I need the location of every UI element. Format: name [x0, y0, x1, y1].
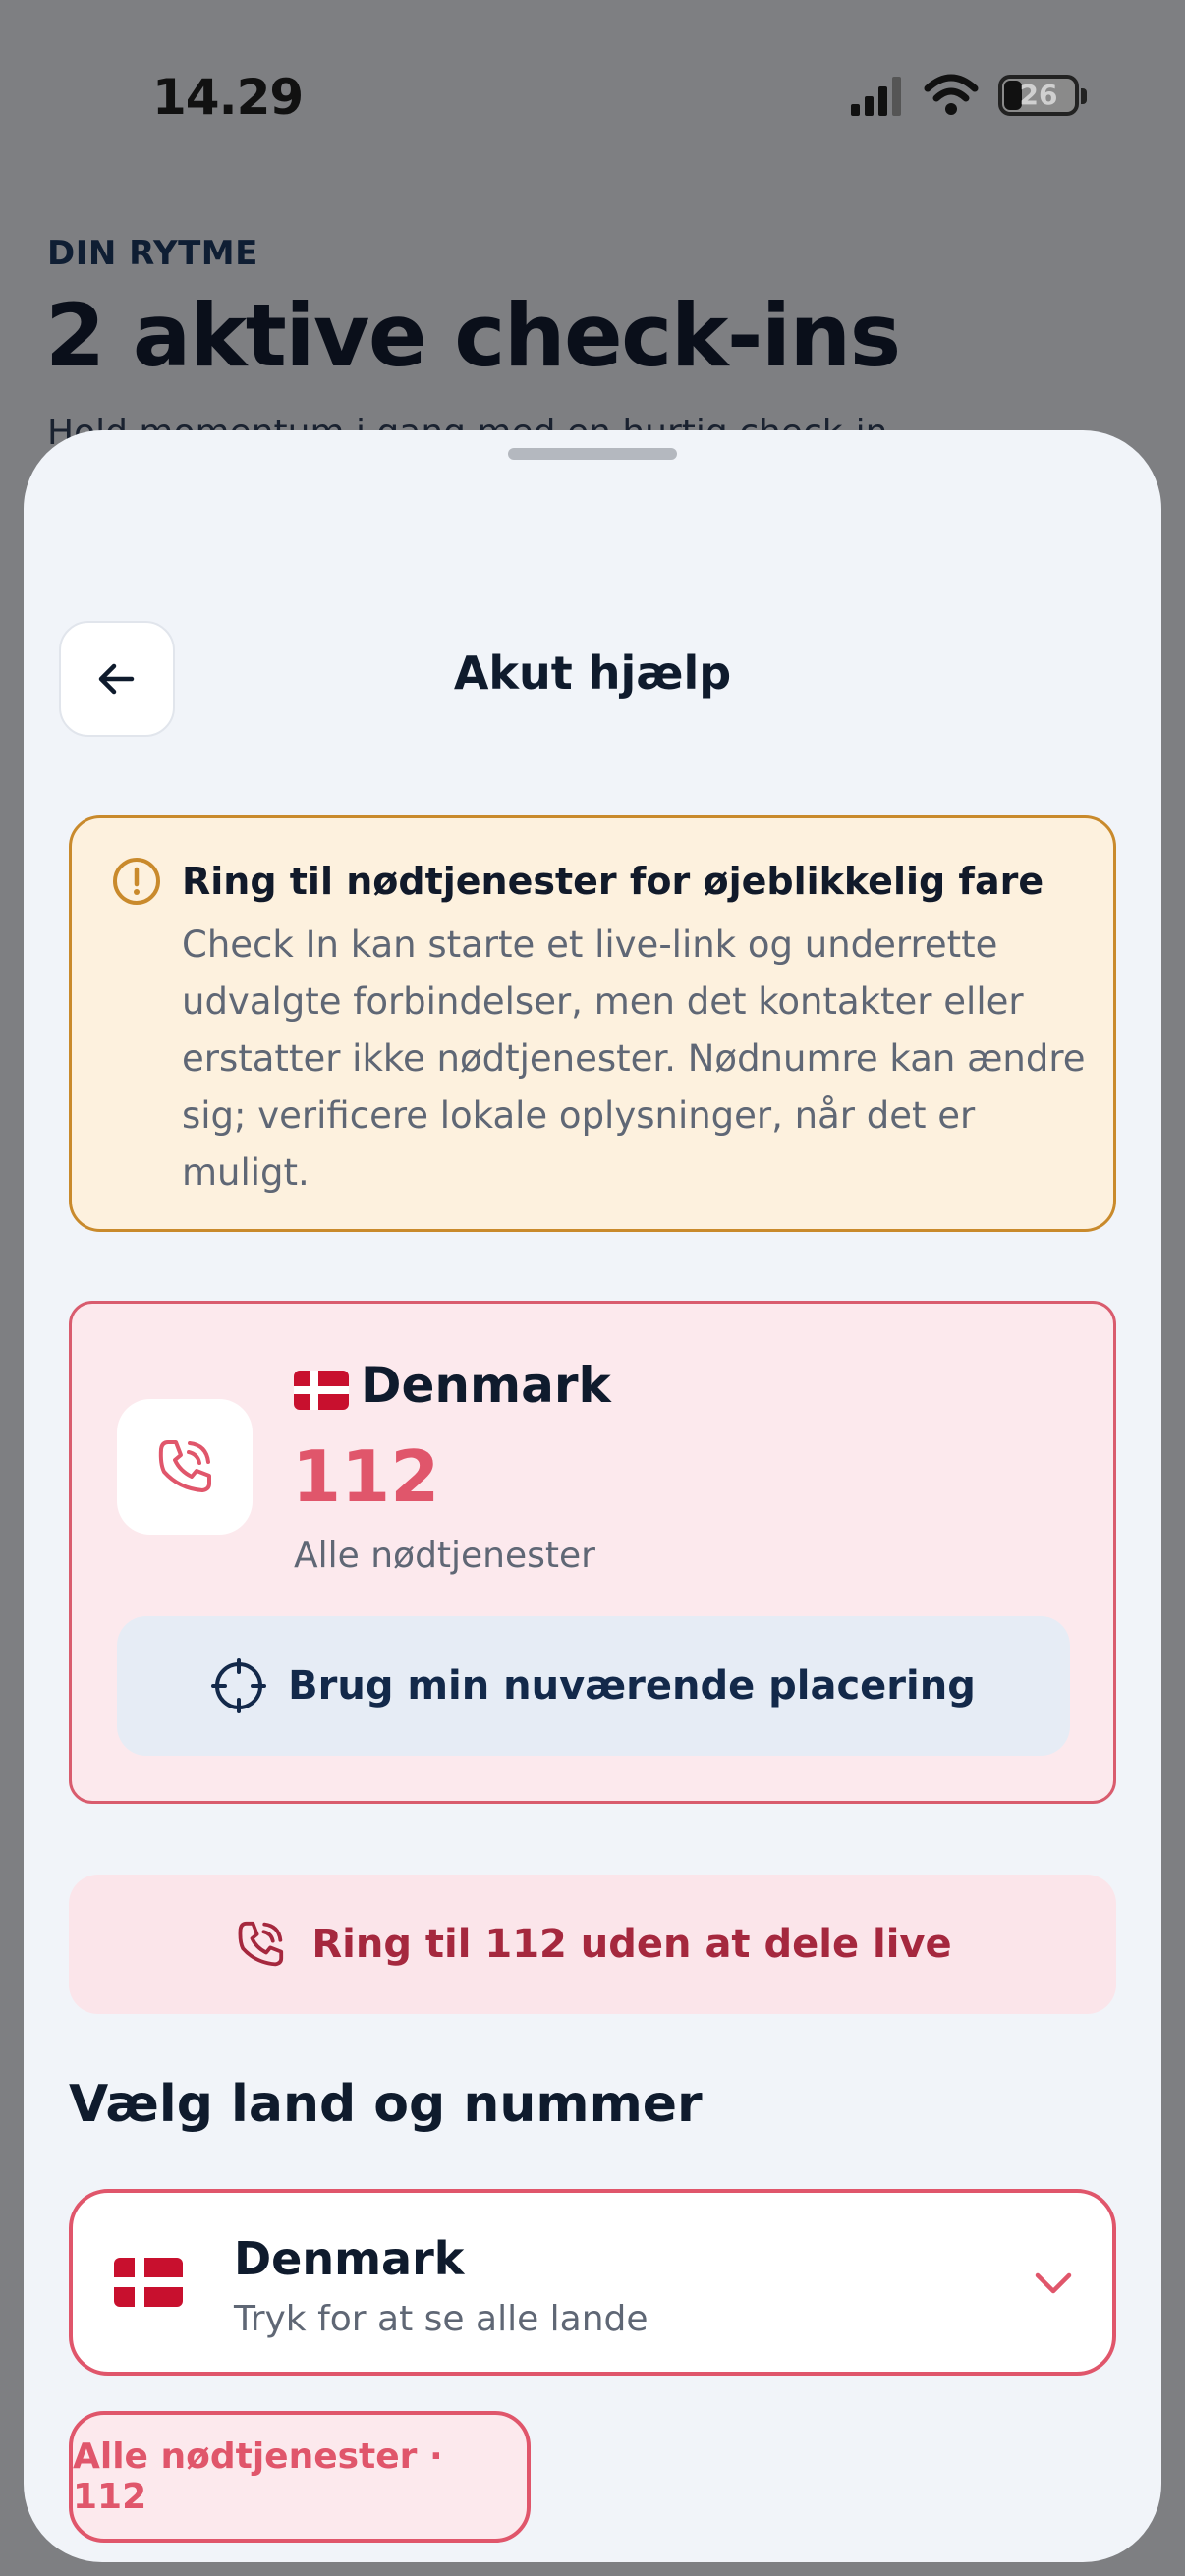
emergency-help-sheet: Akut hjælp Ring til nødtjenester for øje… [24, 430, 1161, 2562]
section-heading: Vælg land og nummer [69, 2075, 703, 2134]
card-country: Denmark [361, 1357, 611, 1414]
warning-body: Check In kan starte et live-link og unde… [182, 924, 1086, 1194]
call-without-live-label: Ring til 112 uden at dele live [311, 1922, 952, 1967]
country-select-hint: Tryk for at se alle lande [234, 2299, 649, 2339]
wifi-icon [924, 74, 979, 115]
emergency-number: 112 [292, 1435, 440, 1518]
selected-country: Denmark [234, 2232, 465, 2285]
denmark-flag-icon [294, 1371, 349, 1410]
number-chip-all-services[interactable]: Alle nødtjenester · 112 [69, 2411, 531, 2543]
alert-circle-icon [113, 858, 160, 905]
use-current-location-label: Brug min nuværende placering [288, 1663, 976, 1708]
phone-call-icon [158, 1440, 211, 1492]
crosshair-icon [211, 1658, 267, 1713]
denmark-flag-icon [114, 2258, 183, 2307]
cellular-signal-icon [851, 77, 901, 116]
warning-heading: Ring til nødtjenester for øjeblikkelig f… [182, 860, 1044, 903]
emergency-warning: Ring til nødtjenester for øjeblikkelig f… [69, 815, 1116, 1232]
battery-icon: 26 [998, 75, 1087, 116]
status-bar: 14.29 26 [0, 0, 1185, 196]
emergency-number-card: Denmark 112 Alle nødtjenester Brug min n… [69, 1301, 1116, 1804]
use-current-location-button[interactable]: Brug min nuværende placering [117, 1616, 1070, 1756]
emergency-service: Alle nødtjenester [294, 1536, 595, 1576]
chevron-down-icon [1035, 2272, 1072, 2294]
sheet-grabber[interactable] [508, 448, 677, 460]
call-without-live-button[interactable]: Ring til 112 uden at dele live [69, 1875, 1116, 2014]
battery-level: 26 [1019, 79, 1058, 111]
country-select[interactable]: Denmark Tryk for at se alle lande [69, 2189, 1116, 2376]
phone-tile[interactable] [117, 1399, 253, 1535]
status-time: 14.29 [152, 69, 304, 126]
background-title: 2 aktive check-ins [45, 285, 901, 386]
background-eyebrow: DIN RYTME [47, 234, 258, 273]
sheet-title: Akut hjælp [453, 646, 732, 700]
phone-call-icon [238, 1921, 284, 1967]
